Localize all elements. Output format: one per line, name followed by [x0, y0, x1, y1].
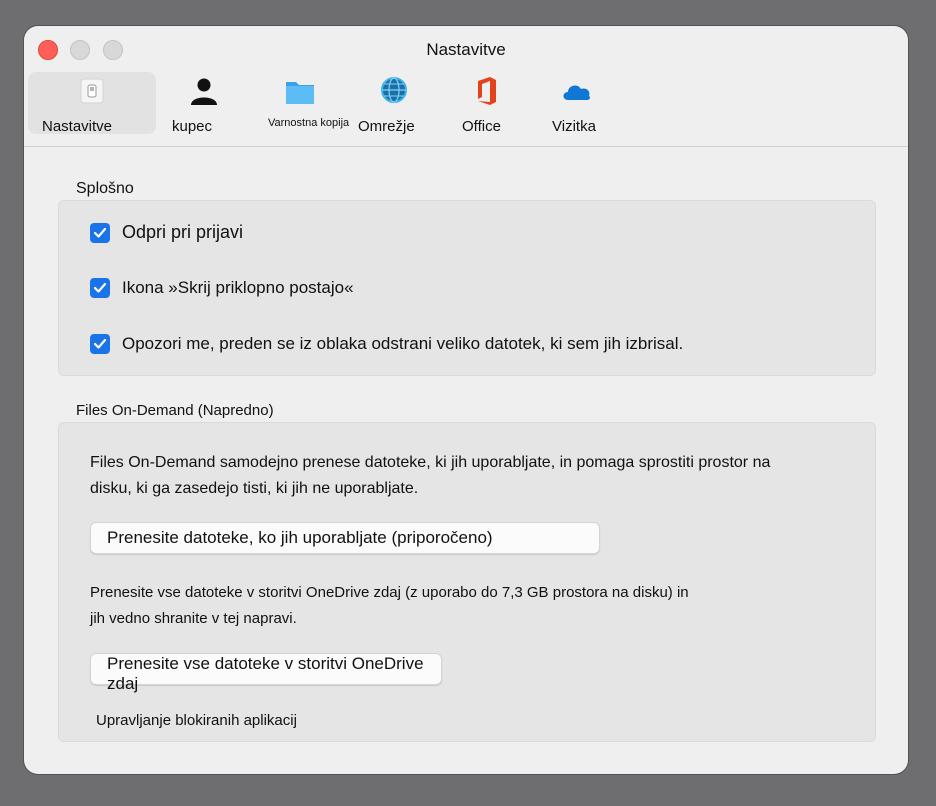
description-line: Files On-Demand samodejno prenese datote… [90, 454, 771, 471]
files-on-demand-title: Files On-Demand (Napredno) [76, 402, 274, 419]
tab-label: kupec [172, 118, 213, 135]
files-on-demand-description: Files On-Demand samodejno prenese datote… [90, 450, 770, 502]
title-bar: Nastavitve Nastavitve kupec Varnostna ko… [24, 26, 908, 146]
preferences-window: Nastavitve Nastavitve kupec Varnostna ko… [24, 26, 908, 774]
checkbox-checked[interactable] [90, 222, 110, 243]
tab-settings[interactable]: Nastavitve [28, 72, 156, 135]
tab-label: Omrežje [358, 118, 415, 135]
manage-blocked-apps-link[interactable]: Upravljanje blokiranih aplikacij [96, 712, 297, 729]
tab-label: Office [462, 118, 501, 135]
description-line: Prenesite vse datoteke v storitvi OneDri… [90, 584, 689, 601]
switch-icon [76, 76, 108, 106]
general-section-title: Splošno [76, 180, 134, 197]
download-all-button[interactable]: Prenesite vse datoteke v storitvi OneDri… [90, 653, 442, 693]
open-at-login-option[interactable]: Odpri pri prijavi [90, 222, 243, 243]
globe-icon [378, 76, 410, 106]
tab-network[interactable]: Omrežje [356, 72, 426, 135]
description-line: disku, ki ga zasedejo tisti, ki jih ne u… [90, 480, 419, 497]
checkbox-checked[interactable] [90, 334, 110, 354]
description-line: jih vedno shranite v tej napravi. [90, 610, 297, 627]
tab-office[interactable]: Office [452, 72, 516, 135]
tab-account[interactable]: kupec [164, 72, 236, 135]
download-on-use-button[interactable]: Prenesite datoteke, ko jih uporabljate (… [90, 522, 600, 554]
option-label: Opozori me, preden se iz oblaka odstrani… [122, 334, 684, 353]
tab-about[interactable]: Vizitka [542, 72, 612, 135]
cloud-icon [560, 76, 592, 106]
tab-label: Nastavitve [42, 118, 113, 135]
checkbox-checked[interactable] [90, 278, 110, 298]
toolbar-divider [24, 146, 908, 147]
option-label: Ikona »Skrij priklopno postajo« [122, 278, 354, 297]
option-label: Odpri pri prijavi [122, 222, 244, 242]
office-icon [470, 76, 502, 106]
hide-dock-icon-option[interactable]: Ikona »Skrij priklopno postajo« [90, 278, 354, 298]
tab-label: Vizitka [552, 118, 596, 135]
person-icon [188, 76, 220, 106]
delete-warning-option[interactable]: Opozori me, preden se iz oblaka odstrani… [90, 334, 683, 354]
download-all-description: Prenesite vse datoteke v storitvi OneDri… [90, 580, 689, 632]
folder-icon [284, 76, 316, 106]
tab-backup[interactable]: Varnostna kopija [264, 72, 356, 134]
tab-label: Varnostna kopija [268, 117, 350, 129]
window-title: Nastavitve [426, 40, 506, 59]
